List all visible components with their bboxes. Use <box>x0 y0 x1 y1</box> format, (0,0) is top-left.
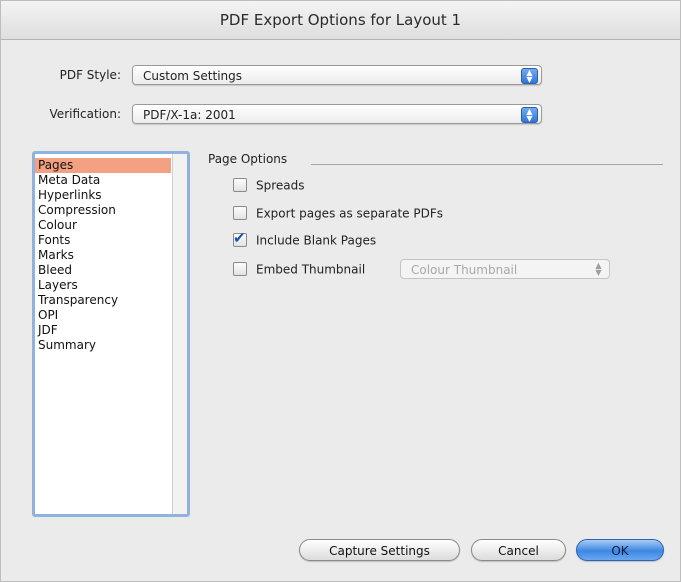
verification-popup[interactable]: PDF/X-1a: 2001 ▲ ▼ <box>132 104 542 124</box>
sidebar-item-layers[interactable]: Layers <box>35 278 171 293</box>
spreads-label: Spreads <box>256 178 305 193</box>
sidebar-item-bleed[interactable]: Bleed <box>35 263 171 278</box>
page-options-title: Page Options <box>208 152 288 166</box>
thumbnail-type-value: Colour Thumbnail <box>411 263 518 277</box>
list-scrollbar[interactable] <box>172 154 187 514</box>
sidebar-item-fonts[interactable]: Fonts <box>35 233 171 248</box>
spreads-checkbox[interactable] <box>233 177 247 192</box>
pdf-style-value: Custom Settings <box>143 69 243 83</box>
sidebar-item-hyperlinks[interactable]: Hyperlinks <box>35 188 171 203</box>
sidebar-item-opi[interactable]: OPI <box>35 308 171 323</box>
ok-button[interactable]: OK <box>576 539 664 561</box>
separate-pdfs-label: Export pages as separate PDFs <box>256 206 443 221</box>
cancel-button[interactable]: Cancel <box>471 539 566 561</box>
separate-pdfs-option[interactable]: Export pages as separate PDFs <box>233 204 443 222</box>
window-title: PDF Export Options for Layout 1 <box>1 1 680 40</box>
popup-arrows-icon: ▲ ▼ <box>521 107 538 123</box>
thumbnail-type-popup[interactable]: Colour Thumbnail ▲ ▼ <box>400 259 610 279</box>
sidebar-item-summary[interactable]: Summary <box>35 338 171 353</box>
sidebar-item-pages[interactable]: Pages <box>35 158 171 173</box>
sidebar-item-marks[interactable]: Marks <box>35 248 171 263</box>
verification-value: PDF/X-1a: 2001 <box>143 108 236 122</box>
sidebar-item-compression[interactable]: Compression <box>35 203 171 218</box>
spreads-option[interactable]: Spreads <box>233 176 305 194</box>
pdf-style-popup[interactable]: Custom Settings ▲ ▼ <box>132 65 542 85</box>
sidebar-item-transparency[interactable]: Transparency <box>35 293 171 308</box>
pdf-style-label: PDF Style: <box>59 68 121 82</box>
include-blank-pages-option[interactable]: Include Blank Pages <box>233 229 377 249</box>
embed-thumbnail-checkbox[interactable] <box>233 261 247 276</box>
separate-pdfs-checkbox[interactable] <box>233 205 247 220</box>
include-blank-pages-checkbox[interactable] <box>233 229 247 247</box>
sidebar-item-jdf[interactable]: JDF <box>35 323 171 338</box>
embed-thumbnail-label: Embed Thumbnail <box>256 262 366 277</box>
capture-settings-button[interactable]: Capture Settings <box>299 539 460 561</box>
pdf-export-dialog: PDF Export Options for Layout 1 PDF Styl… <box>0 0 681 582</box>
category-list: Pages Meta Data Hyperlinks Compression C… <box>32 151 190 517</box>
verification-label: Verification: <box>49 107 121 121</box>
sidebar-item-meta-data[interactable]: Meta Data <box>35 173 171 188</box>
group-divider <box>311 164 663 165</box>
popup-arrows-icon: ▲ ▼ <box>595 261 602 277</box>
sidebar-item-colour[interactable]: Colour <box>35 218 171 233</box>
include-blank-pages-label: Include Blank Pages <box>256 233 377 248</box>
embed-thumbnail-option[interactable]: Embed Thumbnail <box>233 260 365 278</box>
popup-arrows-icon: ▲ ▼ <box>521 68 538 84</box>
